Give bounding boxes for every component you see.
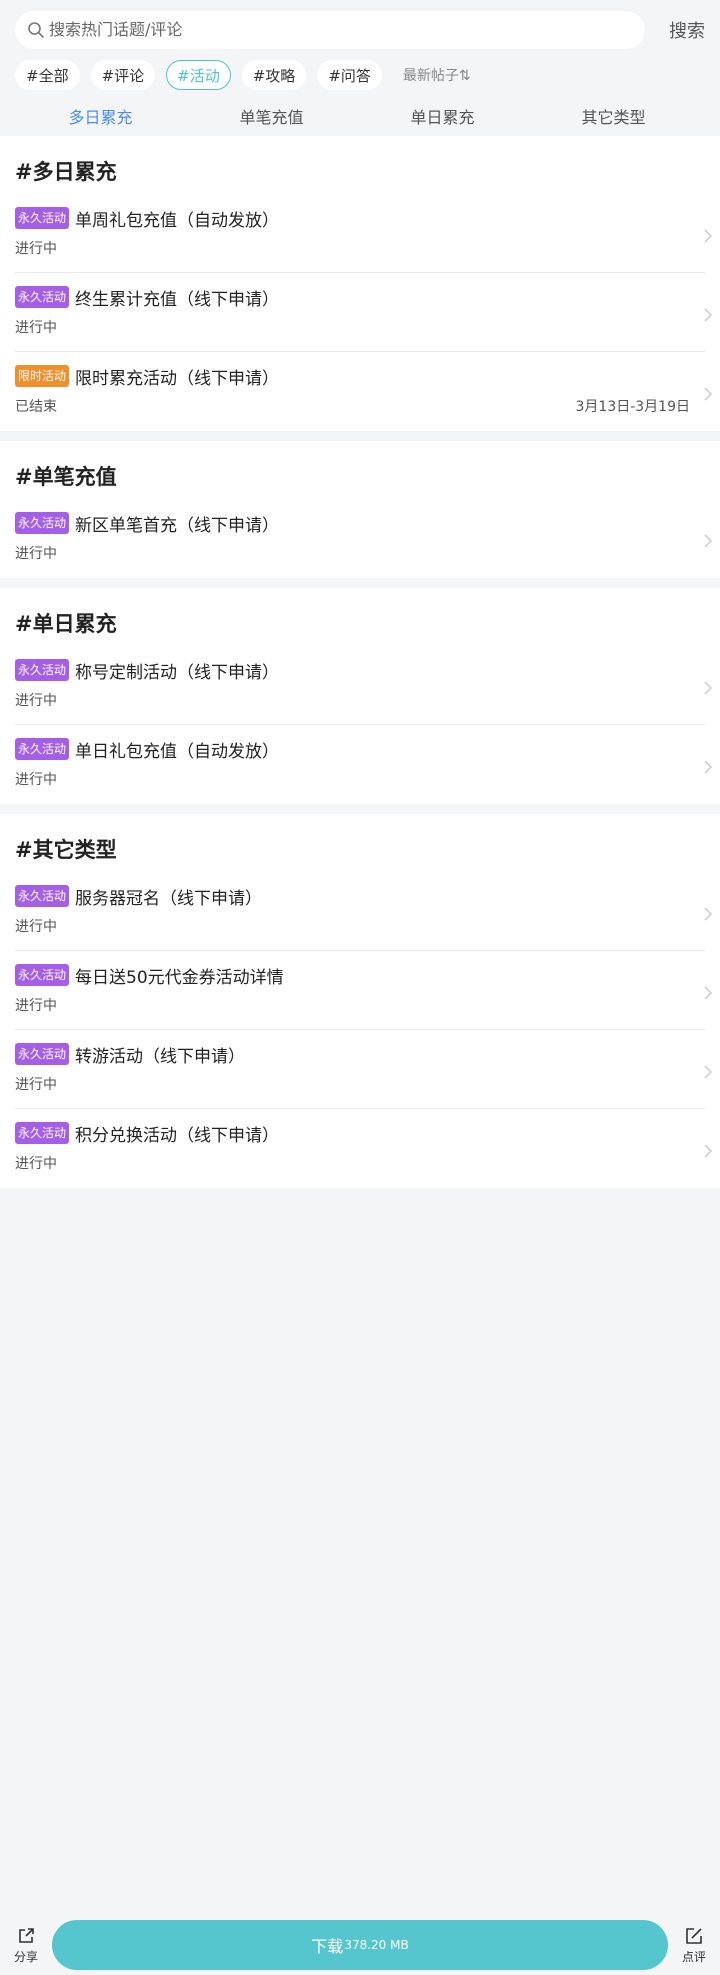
search-row: 搜索 bbox=[15, 10, 705, 49]
activity-badge: 永久活动 bbox=[15, 885, 70, 907]
item-title: 单周礼包充值（自动发放） bbox=[75, 210, 280, 231]
section-title: #其它类型 bbox=[15, 838, 117, 862]
activity-badge: 永久活动 bbox=[15, 1122, 70, 1144]
item-title: 终生累计充值（线下申请） bbox=[75, 289, 280, 310]
item-date: 3月13日-3月19日 bbox=[575, 399, 691, 415]
item-status: 进行中 bbox=[15, 998, 57, 1014]
tag-qa[interactable]: #问答 bbox=[317, 60, 382, 90]
download-label: 下载 bbox=[311, 1937, 344, 1956]
search-box[interactable] bbox=[15, 10, 645, 49]
tag-all[interactable]: #全部 bbox=[15, 60, 80, 90]
share-label: 分享 bbox=[13, 1949, 38, 1964]
item-title: 单日礼包充值（自动发放） bbox=[75, 741, 280, 762]
review-label: 点评 bbox=[681, 1949, 706, 1964]
item-title: 积分兑换活动（线下申请） bbox=[75, 1125, 280, 1146]
list-item[interactable]: 永久活动 每日送50元代金券活动详情 进行中 bbox=[15, 951, 712, 1030]
section-single-payment: #单笔充值 永久活动 新区单笔首充（线下申请） 进行中 bbox=[0, 441, 720, 578]
section-title: #多日累充 bbox=[15, 160, 117, 184]
section-title: #单日累充 bbox=[15, 612, 117, 636]
list-item[interactable]: 永久活动 服务器冠名（线下申请） 进行中 bbox=[15, 872, 712, 951]
sub-tabs: 多日累充 单笔充值 单日累充 其它类型 bbox=[15, 91, 705, 141]
activity-badge: 永久活动 bbox=[15, 207, 70, 229]
share-icon bbox=[16, 1926, 36, 1946]
chevron-right-icon bbox=[703, 533, 713, 548]
list-item[interactable]: 永久活动 积分兑换活动（线下申请） 进行中 bbox=[15, 1109, 712, 1188]
list-item[interactable]: 限时活动 限时累充活动（线下申请） 已结束 3月13日-3月19日 bbox=[15, 352, 712, 431]
section-multi-day: #多日累充 永久活动 单周礼包充值（自动发放） 进行中 永久活动 终生累计充值（线下… bbox=[0, 136, 720, 431]
chevron-right-icon bbox=[703, 1064, 713, 1079]
chevron-right-icon bbox=[703, 759, 713, 774]
item-title: 称号定制活动（线下申请） bbox=[75, 662, 280, 683]
item-status: 进行中 bbox=[15, 320, 57, 336]
item-title: 转游活动（线下申请） bbox=[75, 1046, 246, 1067]
sub-tab-single-day[interactable]: 单日累充 bbox=[357, 104, 528, 128]
chevron-right-icon bbox=[703, 1143, 713, 1158]
chevron-right-icon bbox=[703, 906, 713, 921]
activity-badge: 永久活动 bbox=[15, 512, 70, 534]
tag-comment[interactable]: #评论 bbox=[90, 60, 156, 90]
tag-guide[interactable]: #攻略 bbox=[241, 60, 307, 90]
activity-badge: 永久活动 bbox=[15, 659, 70, 681]
list-item[interactable]: 永久活动 终生累计充值（线下申请） 进行中 bbox=[15, 273, 712, 352]
share-button[interactable]: 分享 bbox=[8, 1926, 44, 1965]
item-title: 服务器冠名（线下申请） bbox=[75, 888, 263, 909]
list-item[interactable]: 永久活动 转游活动（线下申请） 进行中 bbox=[15, 1030, 712, 1109]
activity-badge: 永久活动 bbox=[15, 964, 70, 986]
sub-tab-single-payment[interactable]: 单笔充值 bbox=[186, 104, 357, 128]
sub-tab-multi-day[interactable]: 多日累充 bbox=[15, 104, 186, 128]
item-status: 进行中 bbox=[15, 1156, 57, 1172]
item-title: 每日送50元代金券活动详情 bbox=[75, 967, 284, 988]
tag-filter-row: #全部 #评论 #活动 #攻略 #问答 最新帖子⇅ bbox=[15, 59, 705, 91]
item-status: 进行中 bbox=[15, 1077, 57, 1093]
item-status: 进行中 bbox=[15, 693, 57, 709]
search-icon bbox=[27, 21, 45, 39]
activity-badge: 永久活动 bbox=[15, 286, 70, 308]
item-status: 进行中 bbox=[15, 546, 57, 562]
list-item[interactable]: 永久活动 单周礼包充值（自动发放） 进行中 bbox=[15, 194, 712, 273]
tag-activity[interactable]: #活动 bbox=[166, 60, 231, 90]
list-item[interactable]: 永久活动 新区单笔首充（线下申请） 进行中 bbox=[15, 499, 712, 578]
search-button[interactable]: 搜索 bbox=[645, 17, 705, 43]
top-header: 搜索 #全部 #评论 #活动 #攻略 #问答 最新帖子⇅ 多日累充 单笔充值 单… bbox=[0, 0, 720, 136]
sort-toggle[interactable]: 最新帖子⇅ bbox=[403, 65, 471, 85]
section-other: #其它类型 永久活动 服务器冠名（线下申请） 进行中 永久活动 每日送50元代金券活… bbox=[0, 814, 720, 1188]
list-item[interactable]: 永久活动 称号定制活动（线下申请） 进行中 bbox=[15, 646, 712, 725]
item-status: 进行中 bbox=[15, 772, 57, 788]
activity-badge: 永久活动 bbox=[15, 738, 70, 760]
chevron-right-icon bbox=[703, 307, 713, 322]
item-status: 进行中 bbox=[15, 241, 57, 257]
chevron-right-icon bbox=[703, 386, 713, 401]
bottom-action-bar: 分享 下载 378.20 MB 点评 bbox=[0, 1915, 720, 1975]
edit-icon bbox=[684, 1926, 704, 1946]
chevron-right-icon bbox=[703, 985, 713, 1000]
section-title: #单笔充值 bbox=[15, 465, 117, 489]
download-button[interactable]: 下载 378.20 MB bbox=[52, 1920, 668, 1970]
search-input[interactable] bbox=[49, 20, 645, 39]
review-button[interactable]: 点评 bbox=[676, 1926, 712, 1965]
chevron-right-icon bbox=[703, 680, 713, 695]
section-single-day: #单日累充 永久活动 称号定制活动（线下申请） 进行中 永久活动 单日礼包充值（自动… bbox=[0, 588, 720, 804]
list-item[interactable]: 永久活动 单日礼包充值（自动发放） 进行中 bbox=[15, 725, 712, 804]
activity-badge: 永久活动 bbox=[15, 1043, 70, 1065]
activity-badge: 限时活动 bbox=[15, 365, 70, 387]
sub-tab-other[interactable]: 其它类型 bbox=[528, 104, 699, 128]
download-size: 378.20 MB bbox=[344, 1938, 409, 1952]
item-title: 新区单笔首充（线下申请） bbox=[75, 515, 280, 536]
item-title: 限时累充活动（线下申请） bbox=[75, 368, 280, 389]
chevron-right-icon bbox=[703, 228, 713, 243]
item-status: 进行中 bbox=[15, 919, 57, 935]
